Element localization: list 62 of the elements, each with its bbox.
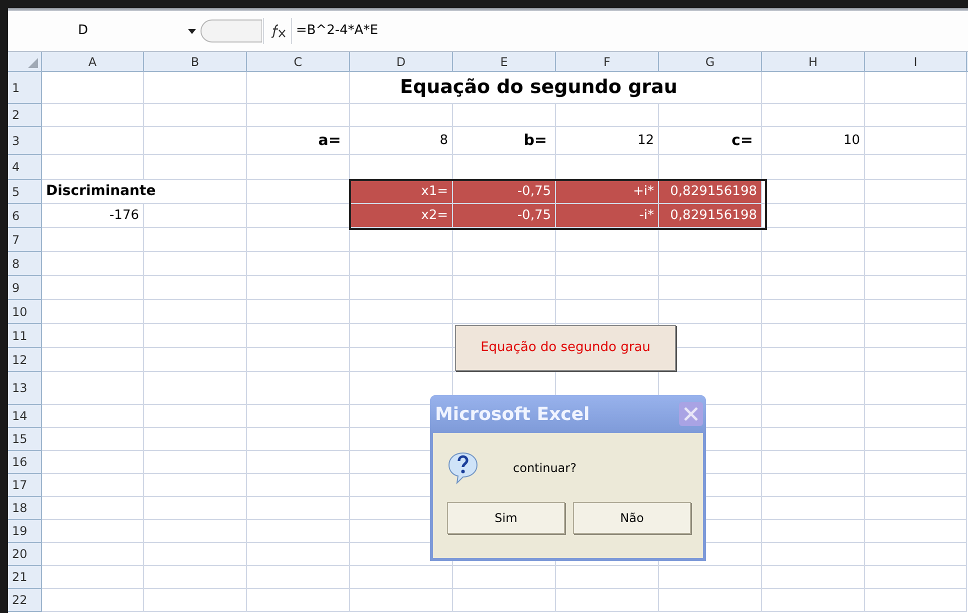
- column-header[interactable]: F: [556, 52, 659, 71]
- row-header[interactable]: 16: [8, 451, 42, 474]
- row-header[interactable]: 1: [8, 72, 42, 104]
- row-header[interactable]: 5: [8, 180, 42, 204]
- row-header[interactable]: 19: [8, 520, 42, 543]
- table-cell: a=: [247, 127, 350, 155]
- row-header[interactable]: 14: [8, 405, 42, 428]
- select-all-icon[interactable]: [28, 58, 38, 68]
- dialog-button[interactable]: Sim: [447, 502, 565, 534]
- row-header[interactable]: 17: [8, 474, 42, 497]
- table-cell: x1=: [350, 180, 453, 204]
- column-header[interactable]: H: [762, 52, 865, 71]
- table-cell: x2=: [350, 204, 453, 228]
- row-header[interactable]: 22: [8, 589, 42, 612]
- table-cell: 12: [556, 127, 659, 155]
- function-icon[interactable]: [271, 24, 287, 38]
- column-header[interactable]: D: [350, 52, 453, 71]
- row-header[interactable]: 13: [8, 372, 42, 405]
- row-header[interactable]: 6: [8, 204, 42, 228]
- table-cell: -0,75: [453, 204, 556, 228]
- resize-handle-icon[interactable]: [200, 19, 262, 43]
- form-button[interactable]: Equação do segundo grau: [455, 325, 676, 371]
- row-header[interactable]: 7: [8, 228, 42, 252]
- column-header[interactable]: B: [144, 52, 247, 71]
- table-cell: -0,75: [453, 180, 556, 204]
- name-box[interactable]: D: [8, 16, 158, 46]
- formula-field[interactable]: =B^2-4*A*E: [292, 21, 968, 41]
- table-cell: 0,829156198: [659, 204, 762, 228]
- question-icon: [447, 451, 479, 485]
- column-header[interactable]: G: [659, 52, 762, 71]
- column-header[interactable]: C: [247, 52, 350, 71]
- dropdown-icon[interactable]: [188, 28, 196, 34]
- row-header[interactable]: 2: [8, 104, 42, 127]
- table-cell: b=: [453, 127, 556, 155]
- table-cell: Equação do segundo grau: [350, 72, 762, 104]
- column-header[interactable]: I: [865, 52, 967, 71]
- close-button[interactable]: [679, 402, 703, 426]
- table-cell: c=: [659, 127, 762, 155]
- dialog-button[interactable]: Não: [573, 502, 691, 534]
- column-header[interactable]: E: [453, 52, 556, 71]
- row-header[interactable]: 9: [8, 276, 42, 300]
- close-icon: [684, 407, 698, 421]
- row-header[interactable]: 15: [8, 428, 42, 451]
- row-header[interactable]: 21: [8, 566, 42, 589]
- row-header[interactable]: 3: [8, 127, 42, 155]
- table-cell: +i*: [556, 180, 659, 204]
- table-cell: 0,829156198: [659, 180, 762, 204]
- row-header[interactable]: 4: [8, 155, 42, 180]
- row-header[interactable]: 11: [8, 324, 42, 348]
- dialog-message: continuar?: [513, 460, 576, 477]
- table-cell: Discriminante: [42, 180, 247, 204]
- column-header[interactable]: A: [42, 52, 144, 71]
- row-header[interactable]: 10: [8, 300, 42, 324]
- row-header[interactable]: 20: [8, 543, 42, 566]
- table-cell: -i*: [556, 204, 659, 228]
- table-cell: 10: [762, 127, 865, 155]
- row-header[interactable]: 8: [8, 252, 42, 276]
- row-header[interactable]: 18: [8, 497, 42, 520]
- dialog-title: Microsoft Excel: [435, 402, 590, 426]
- table-cell: 8: [350, 127, 453, 155]
- row-header[interactable]: 12: [8, 348, 42, 372]
- table-cell: -176: [42, 204, 144, 228]
